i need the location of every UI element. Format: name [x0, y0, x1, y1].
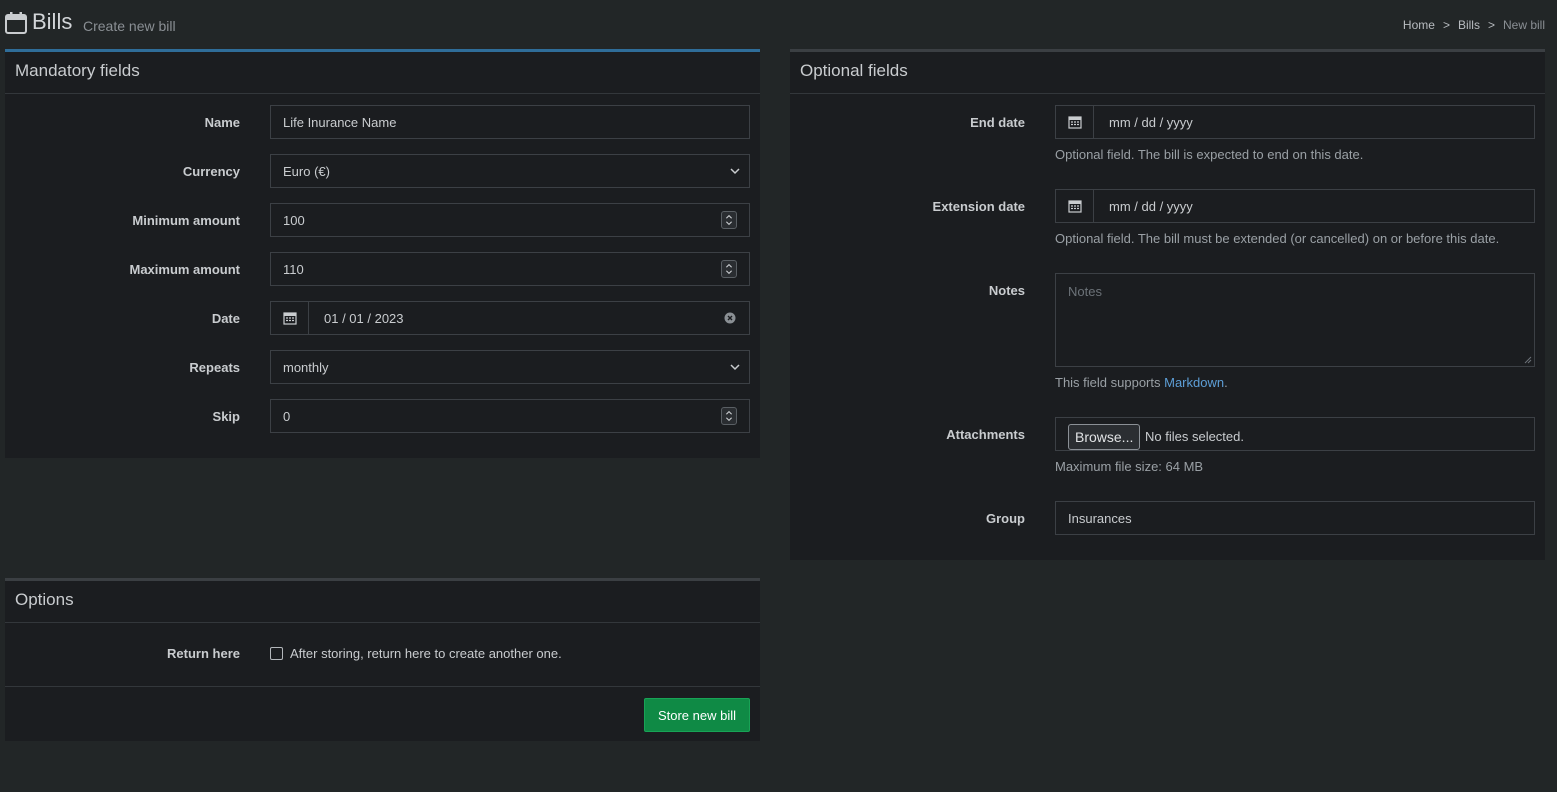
mandatory-fields-title: Mandatory fields [5, 52, 760, 94]
optional-fields-box: Optional fields End date mm / dd / yyyy … [790, 49, 1545, 560]
end-date-label: End date [970, 115, 1025, 130]
repeats-label: Repeats [189, 360, 240, 375]
skip-label: Skip [212, 409, 240, 424]
clear-icon[interactable] [724, 312, 736, 324]
end-date-help: Optional field. The bill is expected to … [1055, 147, 1364, 162]
breadcrumb-separator: > [1442, 18, 1450, 32]
name-input[interactable]: Life Inurance Name [270, 105, 750, 139]
store-new-bill-button[interactable]: Store new bill [644, 698, 750, 732]
breadcrumb: Home > Bills > New bill [1403, 18, 1545, 32]
chevron-down-icon [730, 168, 740, 175]
spinner-icon[interactable] [721, 260, 737, 278]
date-input[interactable]: 01 / 01 / 2023 [270, 301, 750, 335]
min-amount-label: Minimum amount [132, 213, 240, 228]
page-header: Bills Create new bill Home > Bills > New… [0, 0, 1557, 48]
group-label: Group [986, 511, 1025, 526]
currency-select[interactable]: Euro (€) [270, 154, 750, 188]
notes-help: This field supports Markdown. [1055, 375, 1228, 390]
return-here-text: After storing, return here to create ano… [290, 646, 562, 661]
breadcrumb-current: New bill [1502, 18, 1545, 32]
page-subtitle: Create new bill [83, 18, 176, 34]
date-label: Date [211, 311, 240, 326]
page-title: Bills [32, 9, 73, 34]
skip-input[interactable]: 0 [270, 399, 750, 433]
attachments-label: Attachments [946, 427, 1025, 442]
browse-button[interactable]: Browse... [1068, 424, 1141, 450]
return-here-checkbox[interactable] [270, 647, 283, 660]
attachments-status: No files selected. [1145, 429, 1244, 444]
max-amount-input[interactable]: 110 [270, 252, 750, 286]
min-amount-input[interactable]: 100 [270, 203, 750, 237]
name-label: Name [204, 115, 240, 130]
breadcrumb-bills[interactable]: Bills [1458, 18, 1480, 32]
attachments-input[interactable]: Browse... No files selected. [1055, 417, 1535, 451]
max-amount-label: Maximum amount [129, 262, 240, 277]
calendar-icon [1056, 106, 1094, 138]
calendar-icon [5, 12, 27, 34]
extension-date-help: Optional field. The bill must be extende… [1055, 231, 1500, 246]
breadcrumb-separator: > [1487, 18, 1495, 32]
markdown-link[interactable]: Markdown [1164, 375, 1224, 390]
notes-textarea[interactable]: Notes [1055, 273, 1535, 367]
options-title: Options [5, 581, 760, 623]
chevron-down-icon [730, 364, 740, 371]
resize-handle-icon[interactable] [1524, 356, 1532, 364]
notes-label: Notes [988, 283, 1025, 298]
options-box: Options Return here After storing, retur… [5, 578, 760, 741]
calendar-icon [1056, 190, 1094, 222]
mandatory-fields-box: Mandatory fields Name Life Inurance Name… [5, 49, 760, 458]
breadcrumb-home[interactable]: Home [1403, 18, 1435, 32]
repeats-select[interactable]: monthly [270, 350, 750, 384]
calendar-icon [271, 302, 309, 334]
extension-date-label: Extension date [932, 199, 1025, 214]
options-divider [5, 686, 760, 687]
end-date-input[interactable]: mm / dd / yyyy [1055, 105, 1535, 139]
currency-label: Currency [182, 164, 240, 179]
spinner-icon[interactable] [721, 211, 737, 229]
attachments-help: Maximum file size: 64 MB [1055, 459, 1204, 474]
spinner-icon[interactable] [721, 407, 737, 425]
group-input[interactable]: Insurances [1055, 501, 1535, 535]
optional-fields-title: Optional fields [790, 52, 1545, 94]
extension-date-input[interactable]: mm / dd / yyyy [1055, 189, 1535, 223]
return-here-label: Return here [167, 646, 240, 661]
